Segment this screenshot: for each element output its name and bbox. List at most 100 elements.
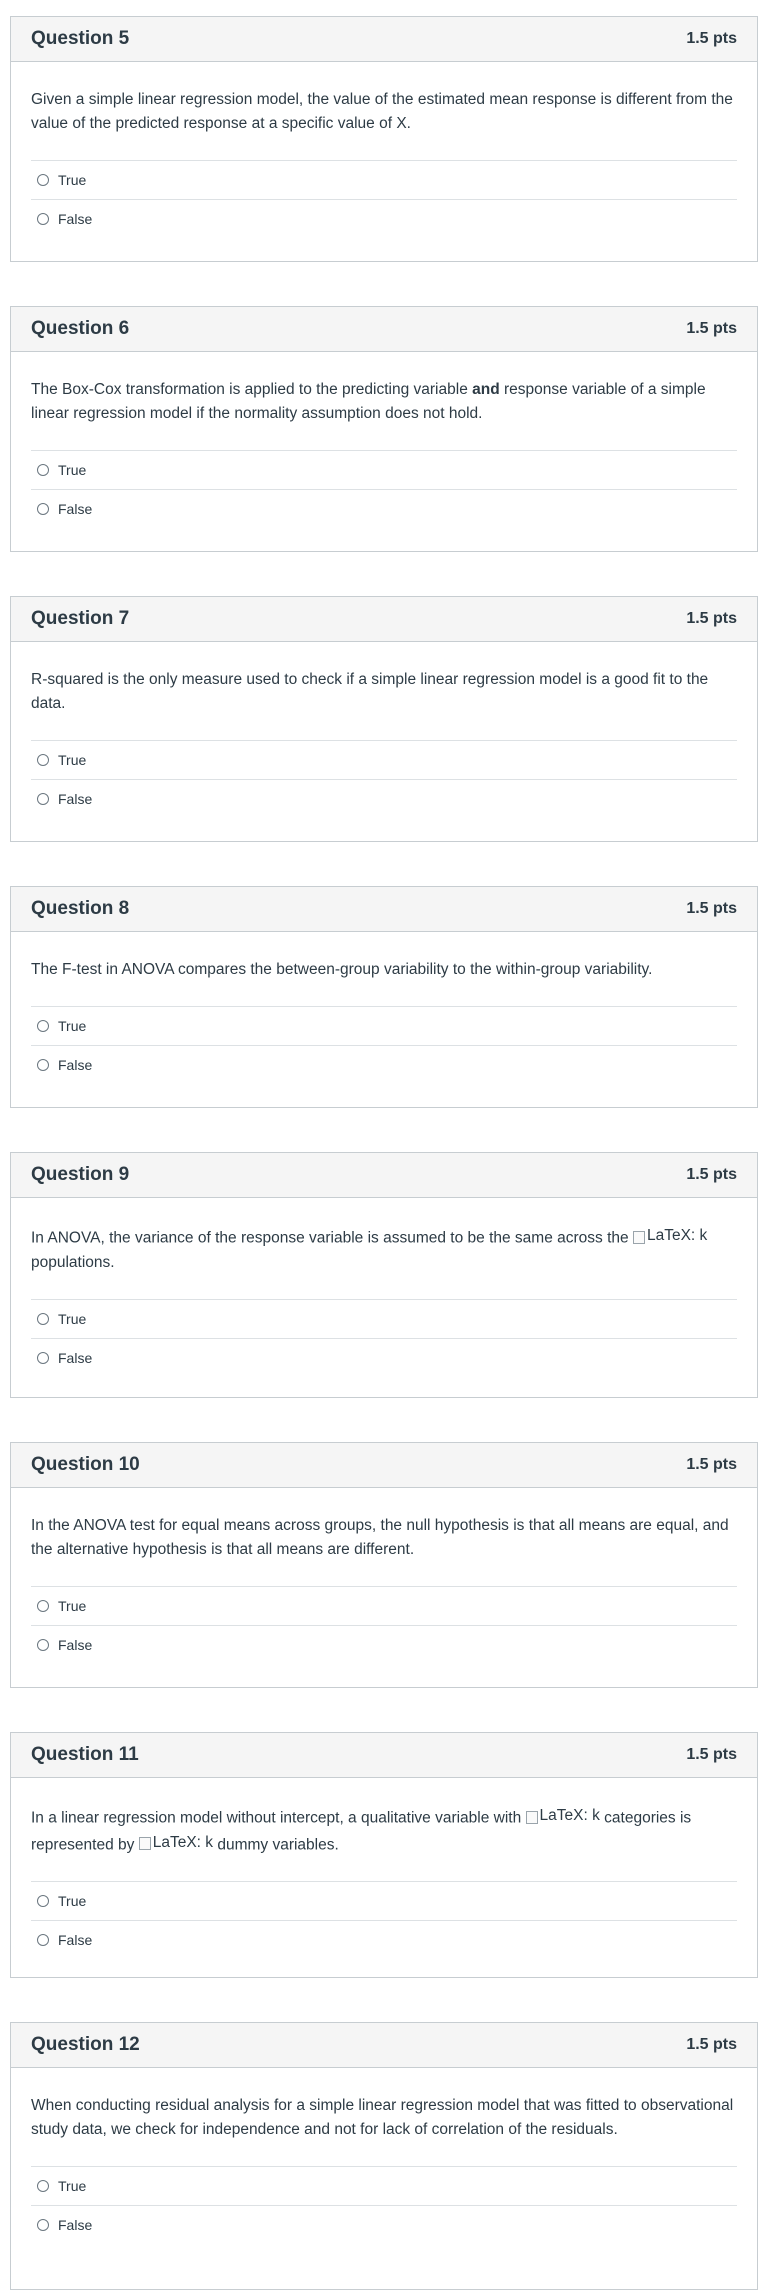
question-header: Question 8 1.5 pts — [11, 887, 757, 932]
answer-option-true[interactable]: True — [31, 1882, 737, 1921]
question-header: Question 11 1.5 pts — [11, 1733, 757, 1778]
question-text-part: dummy variables. — [213, 1836, 339, 1853]
question-text: In ANOVA, the variance of the response v… — [31, 1224, 737, 1275]
question-title: Question 12 — [31, 2034, 140, 2055]
question-card: Question 6 1.5 pts The Box-Cox transform… — [10, 306, 758, 552]
radio-button[interactable] — [37, 1312, 49, 1325]
question-points: 1.5 pts — [686, 900, 737, 917]
radio-button[interactable] — [37, 464, 49, 476]
answer-option-false[interactable]: False — [31, 1046, 737, 1084]
radio-button[interactable] — [37, 2180, 49, 2192]
answer-option-false[interactable]: False — [31, 1339, 737, 1377]
answer-label: False — [58, 1932, 93, 1948]
answer-option-false[interactable]: False — [31, 2206, 737, 2244]
answer-list: True False — [31, 160, 737, 238]
question-text: The Box-Cox transformation is applied to… — [31, 378, 737, 426]
answer-option-true[interactable]: True — [31, 1300, 737, 1339]
answer-label: False — [58, 501, 93, 517]
answer-label: True — [58, 172, 87, 188]
broken-image-icon — [525, 1810, 538, 1824]
question-body: In a linear regression model without int… — [11, 1778, 757, 1969]
radio-button[interactable] — [37, 1600, 49, 1612]
question-card: Question 8 1.5 pts The F-test in ANOVA c… — [10, 886, 758, 1108]
question-title: Question 6 — [31, 318, 130, 339]
answer-option-true[interactable]: True — [31, 161, 737, 200]
question-points: 1.5 pts — [686, 610, 737, 627]
radio-button[interactable] — [37, 503, 49, 515]
question-text-part: In a linear regression model without int… — [31, 1809, 526, 1827]
radio-button[interactable] — [37, 1895, 49, 1907]
answer-option-true[interactable]: True — [31, 741, 737, 780]
answer-option-true[interactable]: True — [31, 1007, 737, 1046]
question-points: 1.5 pts — [686, 1456, 737, 1473]
question-header: Question 9 1.5 pts — [11, 1153, 757, 1198]
radio-button[interactable] — [37, 2219, 49, 2231]
answer-list: True False — [31, 450, 737, 528]
answer-option-false[interactable]: False — [31, 490, 737, 528]
radio-button[interactable] — [37, 1059, 49, 1071]
question-header: Question 5 1.5 pts — [11, 17, 757, 62]
question-body: The Box-Cox transformation is applied to… — [11, 352, 757, 538]
latex-alt-text: LaTeX: k — [152, 1833, 214, 1851]
answer-option-true[interactable]: True — [31, 451, 737, 490]
radio-button[interactable] — [37, 793, 49, 805]
answer-option-true[interactable]: True — [31, 2167, 737, 2206]
answer-label: True — [58, 1018, 87, 1034]
answer-list: True False — [31, 1298, 737, 1377]
question-body: The F-test in ANOVA compares the between… — [11, 932, 757, 1094]
radio-button[interactable] — [37, 1351, 49, 1364]
broken-image-icon — [632, 1230, 645, 1244]
question-text-part: In ANOVA, the variance of the response v… — [31, 1229, 633, 1247]
answer-label: True — [58, 462, 87, 478]
answer-option-true[interactable]: True — [31, 1587, 737, 1626]
question-header: Question 7 1.5 pts — [11, 597, 757, 642]
answer-label: False — [58, 211, 93, 227]
question-points: 1.5 pts — [686, 2036, 737, 2053]
answer-option-false[interactable]: False — [31, 780, 737, 818]
latex-alt-text: LaTeX: k — [646, 1227, 708, 1244]
radio-button[interactable] — [37, 754, 49, 766]
broken-image-icon — [138, 1837, 151, 1850]
question-text: When conducting residual analysis for a … — [31, 2097, 734, 2138]
answer-label: True — [58, 1893, 87, 1909]
answer-option-false[interactable]: False — [31, 1921, 737, 1959]
answer-option-false[interactable]: False — [31, 1626, 737, 1664]
question-header: Question 12 1.5 pts — [11, 2023, 757, 2068]
latex-image: LaTeX: k — [632, 1224, 708, 1248]
radio-button[interactable] — [37, 174, 49, 186]
question-points: 1.5 pts — [686, 30, 737, 47]
latex-image: LaTeX: k — [138, 1831, 214, 1855]
question-title: Question 8 — [31, 898, 130, 919]
answer-label: True — [58, 1598, 87, 1614]
radio-button[interactable] — [37, 1639, 49, 1651]
question-text: R-squared is the only measure used to ch… — [31, 671, 709, 712]
question-title: Question 10 — [31, 1454, 140, 1475]
answer-label: False — [58, 791, 93, 807]
question-card: Question 11 1.5 pts In a linear regressi… — [10, 1732, 758, 1978]
question-body: R-squared is the only measure used to ch… — [11, 642, 757, 828]
question-title: Question 9 — [31, 1164, 130, 1185]
question-card: Question 12 1.5 pts When conducting resi… — [10, 2022, 758, 2290]
radio-button[interactable] — [37, 1020, 49, 1032]
question-points: 1.5 pts — [686, 1166, 737, 1183]
answer-list: True False — [31, 2166, 737, 2244]
question-text: In a linear regression model without int… — [31, 1804, 737, 1857]
answer-label: False — [58, 1349, 93, 1366]
answer-option-false[interactable]: False — [31, 200, 737, 238]
radio-button[interactable] — [37, 1934, 49, 1946]
question-body: Given a simple linear regression model, … — [11, 62, 757, 248]
question-text-part: The Box-Cox transformation is applied to… — [31, 381, 473, 398]
radio-button[interactable] — [37, 213, 49, 225]
answer-label: False — [58, 2217, 93, 2233]
question-text: Given a simple linear regression model, … — [31, 91, 733, 132]
answer-label: True — [58, 752, 87, 768]
question-title: Question 11 — [31, 1744, 139, 1765]
question-body: In ANOVA, the variance of the response v… — [11, 1198, 757, 1387]
question-body: When conducting residual analysis for a … — [11, 2068, 757, 2254]
question-text: The F-test in ANOVA compares the between… — [31, 961, 653, 978]
question-header: Question 6 1.5 pts — [11, 307, 757, 352]
answer-label: False — [58, 1057, 93, 1073]
question-body: In the ANOVA test for equal means across… — [11, 1488, 757, 1674]
question-text-bold: and — [472, 381, 500, 398]
latex-alt-text: LaTeX: k — [539, 1807, 600, 1824]
